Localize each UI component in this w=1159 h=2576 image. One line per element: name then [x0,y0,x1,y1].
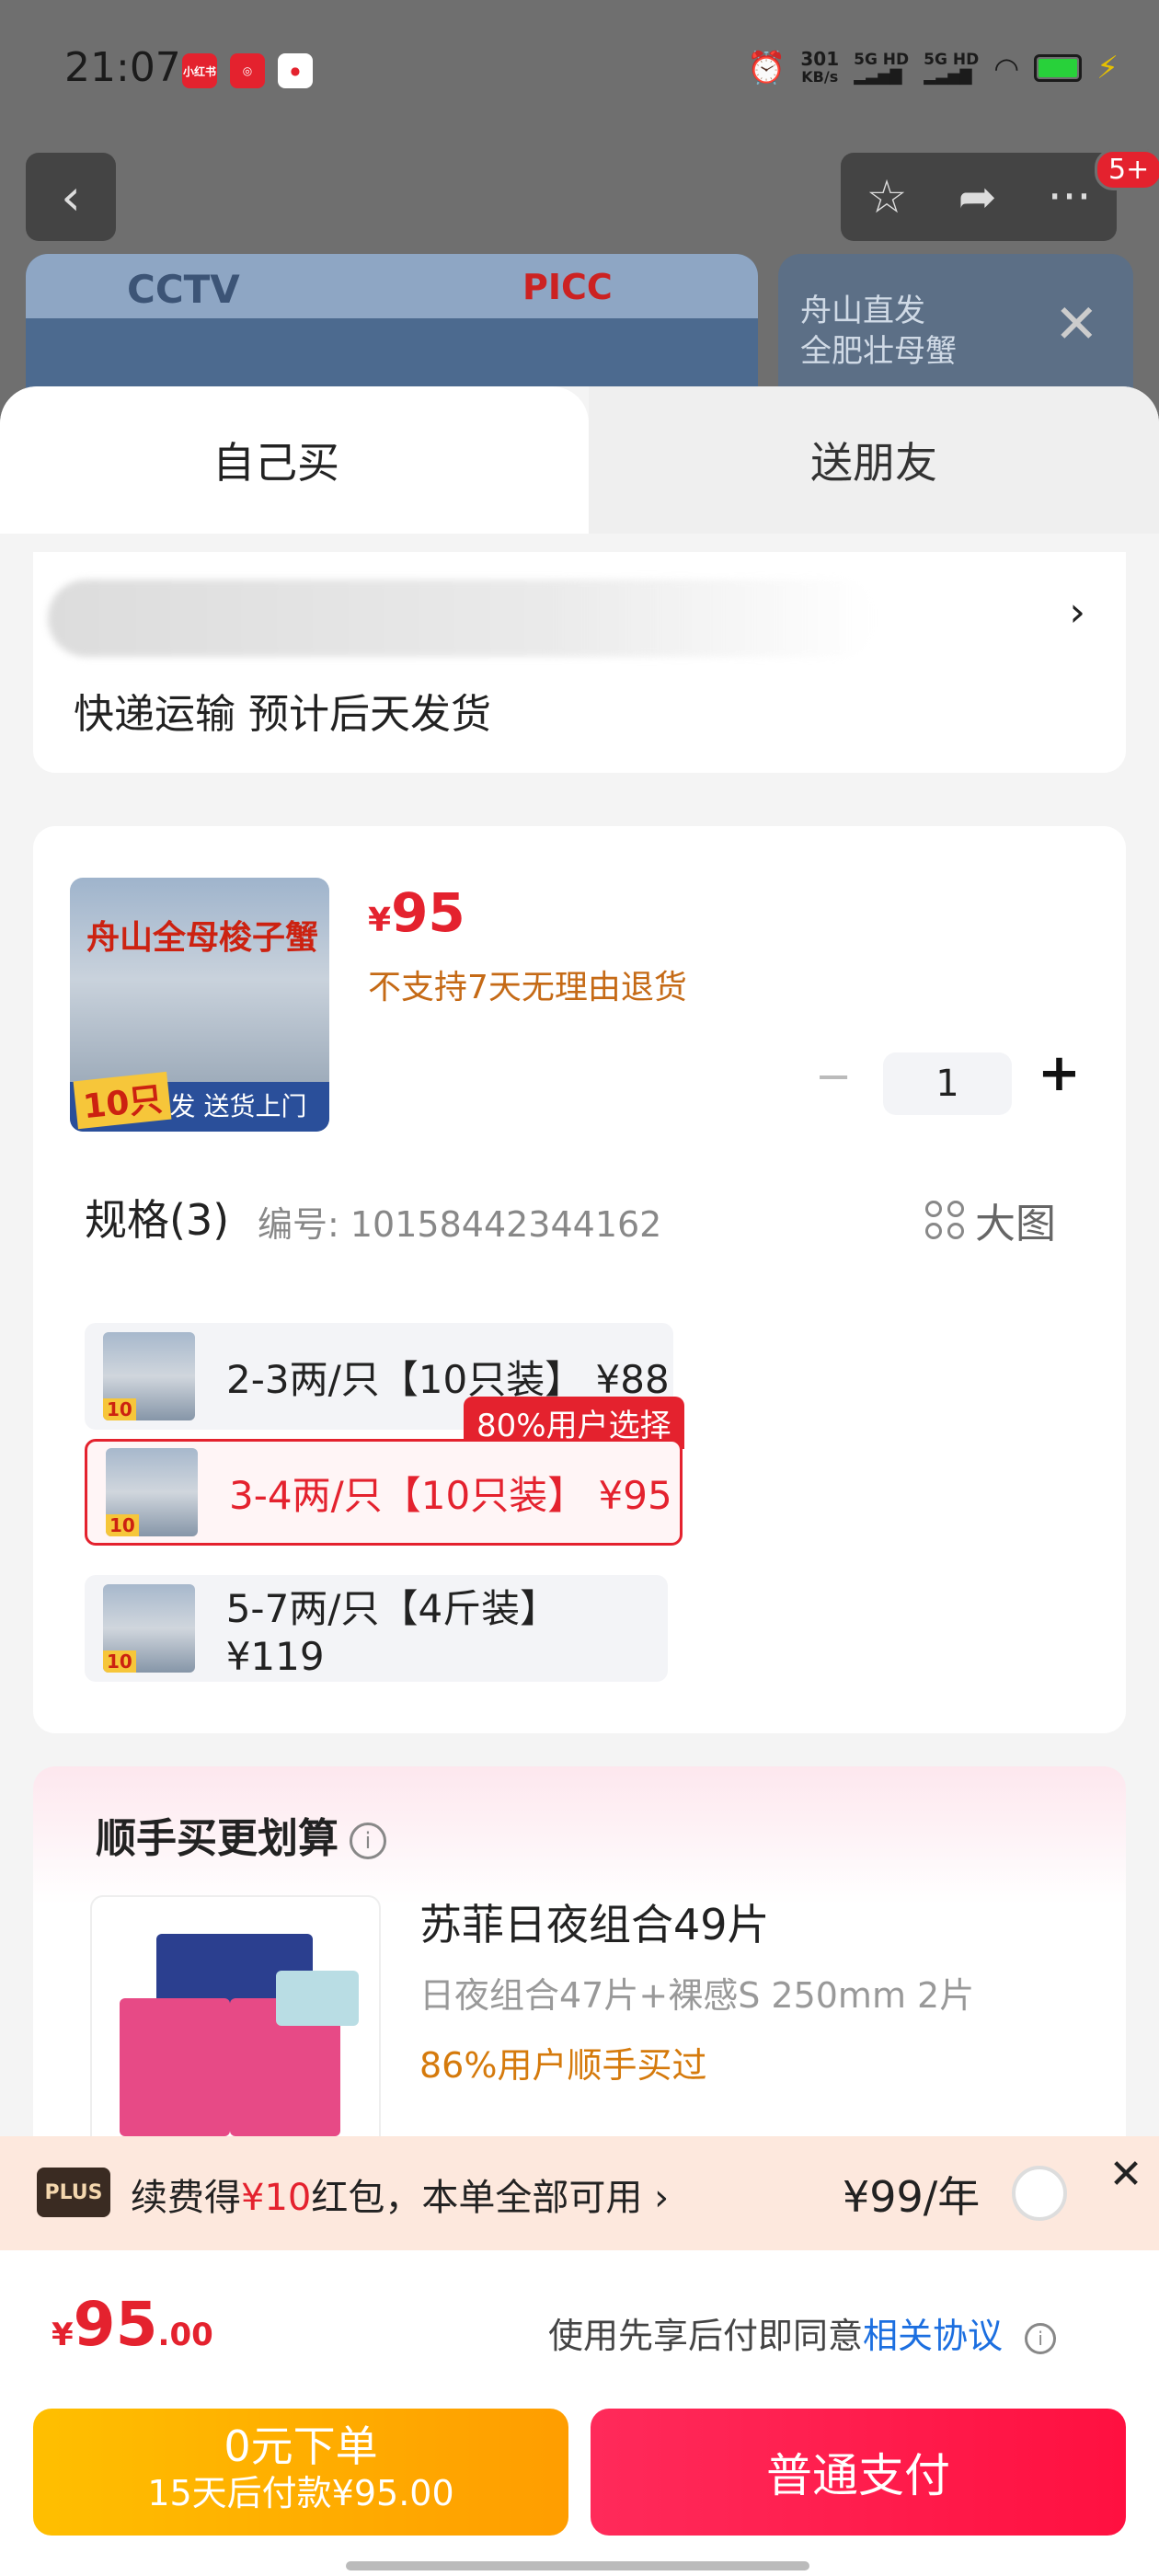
quantity-increase-button[interactable]: + [1038,1043,1081,1103]
plus-text: 续费得¥10红包，本单全部可用 › [131,2177,670,2219]
info-icon[interactable]: i [350,1823,386,1859]
alarm-icon: ⏰ [747,50,786,86]
grid-icon [925,1201,964,1239]
close-icon[interactable]: ✕ [1093,2136,1159,2250]
agreement-link[interactable]: 相关协议 [863,2316,1003,2356]
status-right: ⏰ 301 KB/s 5G HD ▂▃▅▇ 5G HD ▂▃▅▇ ◠ ⚡ [747,50,1119,86]
chevron-left-icon: ‹ [61,167,81,226]
status-time: 21:07 [64,44,181,91]
quantity-decrease-button[interactable]: − [815,1051,852,1102]
network-speed: 301 KB/s [800,48,840,86]
total-bar: ¥95.00 使用先享后付即同意相关协议 i [0,2250,1159,2396]
combo-title: 顺手买更划算 i [96,1805,386,1864]
combo-sub: 日夜组合47片+裸感S 250mm 2片 [419,1975,975,2016]
signal-1: 5G HD ▂▃▅▇ [854,51,910,86]
xiaohongshu-icon: 小红书 [182,53,217,88]
back-button[interactable]: ‹ [26,153,116,241]
combo-rate: 86%用户顺手买过 [419,2045,707,2086]
big-picture-button[interactable]: 大图 [925,1190,1056,1249]
delivery-info: 快递运输 预计后天发货 [74,691,491,738]
product-image[interactable]: 舟山全母梭子蟹 码头直发 送货上门 10只 [70,878,329,1132]
chevron-right-icon: › [1069,589,1085,636]
plus-promo-bar[interactable]: PLUS 续费得¥10红包，本单全部可用 › ¥99/年 ✕ [0,2136,1159,2250]
agreement-text: 使用先享后付即同意相关协议 i [548,2307,1057,2358]
spec-thumbnail [103,1584,195,1673]
more-icon[interactable]: ··· [1048,170,1092,224]
share-icon[interactable]: ➦ [958,170,997,224]
pay-later-button[interactable]: 0元下单 15天后付款¥95.00 [33,2409,568,2536]
return-policy: 不支持7天无理由退货 [368,969,687,1006]
close-icon[interactable]: ✕ [1054,293,1099,355]
cctv-logo: CCTV [127,267,240,312]
address-card[interactable]: › 快递运输 预计后天发货 [33,552,1126,773]
tab-send-friend[interactable]: 送朋友 [589,386,1159,534]
picc-logo: PICC [522,267,613,307]
signal-2: 5G HD ▂▃▅▇ [924,51,980,86]
nav-actions: ☆ ➦ ··· [841,153,1117,241]
home-indicator[interactable] [346,2561,809,2570]
spec-title: 规格(3) [85,1195,230,1245]
product-card: 舟山全母梭子蟹 码头直发 送货上门 10只 ¥95 不支持7天无理由退货 − 1… [33,826,1126,1733]
spec-thumbnail [106,1448,198,1536]
normal-pay-button[interactable]: 普通支付 [591,2409,1126,2536]
map-icon: ● [278,53,313,88]
plus-price: ¥99/年 [843,2172,981,2222]
address-blurred [48,580,876,657]
tab-buy-self[interactable]: 自己买 [0,386,589,534]
payment-bar: 0元下单 15天后付款¥95.00 普通支付 [0,2396,1159,2576]
status-bar: 21:07 小红书 ◎ ● ⏰ 301 KB/s 5G HD ▂▃▅▇ 5G HD… [0,0,1159,138]
star-icon[interactable]: ☆ [866,170,908,224]
spec-option-3[interactable]: 5-7两/只【4斤装】 ¥119 [85,1575,668,1682]
status-app-icons: 小红书 ◎ ● [182,53,313,88]
message-badge: 5+ [1095,149,1159,190]
spec-thumbnail [103,1332,195,1420]
product-code: 编号: 10158442344162 [258,1204,662,1245]
product-price: ¥95 [368,881,465,944]
total-price: ¥95.00 [52,2289,213,2360]
netease-music-icon: ◎ [230,53,265,88]
info-icon[interactable]: i [1025,2322,1057,2354]
battery-icon [1034,54,1083,82]
spec-option-2-selected[interactable]: 3-4两/只【10只装】 ¥95 [85,1439,683,1546]
plus-logo: PLUS [37,2168,110,2217]
combo-name[interactable]: 苏菲日夜组合49片 [419,1892,770,1952]
plus-radio[interactable] [1012,2166,1067,2221]
charging-icon: ⚡ [1096,50,1119,86]
quantity-input[interactable]: 1 [883,1052,1012,1115]
wifi-icon: ◠ [993,51,1020,86]
